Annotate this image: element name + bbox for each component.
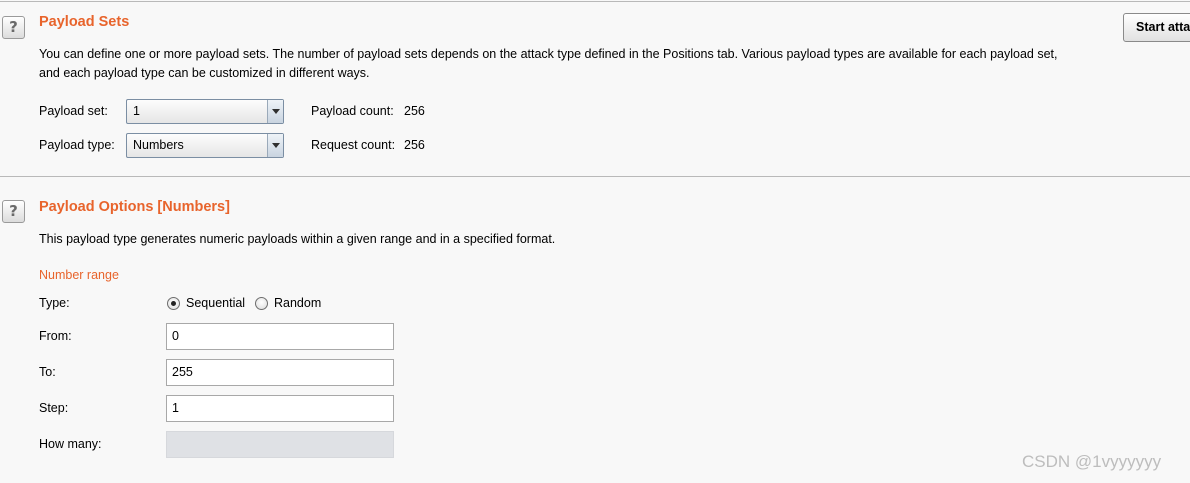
payload-type-value: Numbers <box>133 138 184 152</box>
payload-sets-title: Payload Sets <box>39 14 130 30</box>
payload-set-dropdown[interactable]: 1 <box>126 99 284 124</box>
from-input[interactable]: 0 <box>166 323 394 350</box>
payload-count-label: Payload count: <box>311 104 394 118</box>
top-divider <box>0 1 1190 2</box>
watermark: CSDN @1vyyyyyy <box>1022 452 1162 471</box>
step-label: Step: <box>39 401 69 415</box>
payload-count-value: 256 <box>404 104 425 118</box>
type-label: Type: <box>39 296 70 310</box>
payload-sets-description-line1: You can define one or more payload sets.… <box>39 47 1058 61</box>
how-many-label: How many: <box>39 437 102 451</box>
how-many-input <box>166 431 394 458</box>
to-input[interactable]: 255 <box>166 359 394 386</box>
payload-sets-description-line2: and each payload type can be customized … <box>39 66 370 80</box>
payload-options-title: Payload Options [Numbers] <box>39 199 230 215</box>
section-divider <box>0 176 1190 177</box>
payload-set-value: 1 <box>133 104 140 118</box>
random-radio-label[interactable]: Random <box>274 294 321 313</box>
chevron-down-icon[interactable] <box>267 100 283 123</box>
to-label: To: <box>39 365 56 379</box>
step-input[interactable]: 1 <box>166 395 394 422</box>
payload-sets-help-icon[interactable]: ? <box>2 16 25 39</box>
payload-options-help-icon[interactable]: ? <box>2 200 25 223</box>
payload-set-label: Payload set: <box>39 104 108 118</box>
payload-options-description: This payload type generates numeric payl… <box>39 232 556 246</box>
sequential-radio-label[interactable]: Sequential <box>186 294 245 313</box>
random-radio[interactable] <box>255 297 268 310</box>
request-count-value: 256 <box>404 138 425 152</box>
number-range-heading: Number range <box>39 268 119 282</box>
from-label: From: <box>39 329 72 343</box>
start-attack-button[interactable]: Start atta <box>1123 13 1190 42</box>
request-count-label: Request count: <box>311 138 396 152</box>
sequential-radio[interactable] <box>167 297 180 310</box>
chevron-down-icon[interactable] <box>267 134 283 157</box>
payload-type-dropdown[interactable]: Numbers <box>126 133 284 158</box>
payload-type-label: Payload type: <box>39 138 115 152</box>
